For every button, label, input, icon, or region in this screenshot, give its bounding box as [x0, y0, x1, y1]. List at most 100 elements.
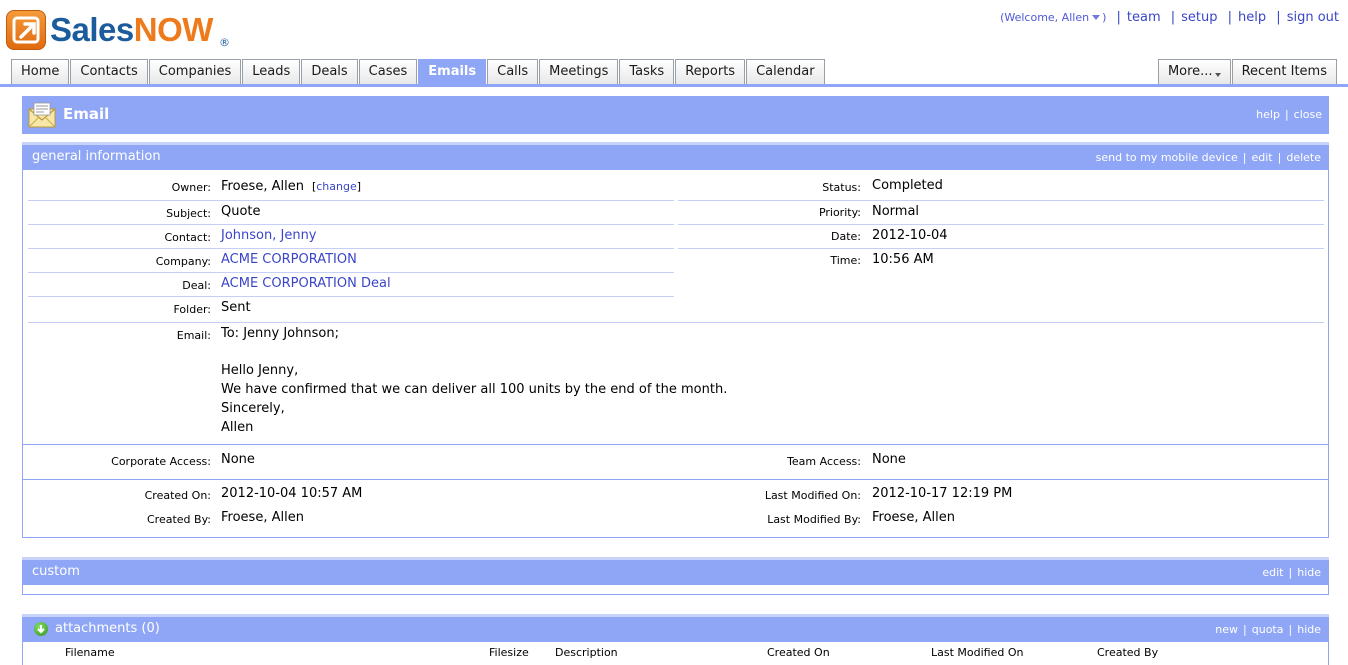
general-delete-link[interactable]: delete: [1286, 151, 1321, 164]
top-links: (Welcome, Allen) | team | setup | help | sig…: [1000, 10, 1339, 25]
tab-home[interactable]: Home: [11, 59, 70, 84]
column-header-created-by[interactable]: Created By: [1097, 646, 1158, 659]
general-edit-link[interactable]: edit: [1252, 151, 1273, 164]
attachments-label: attachments (0): [55, 621, 160, 636]
section-divider: [23, 444, 1328, 445]
tab-calendar[interactable]: Calendar: [746, 59, 825, 84]
title-close-link[interactable]: close: [1294, 108, 1322, 121]
folder-value: Sent: [221, 300, 251, 315]
email-recipients: To: Jenny Johnson;: [221, 326, 339, 341]
welcome-dropdown-icon: [1092, 15, 1101, 20]
column-header-description[interactable]: Description: [555, 646, 618, 659]
company-label: Company:: [155, 255, 211, 268]
attachments-table: Filename Filesize Description Created On…: [22, 642, 1329, 665]
tab-meetings[interactable]: Meetings: [539, 59, 619, 84]
tab-leads[interactable]: Leads: [242, 59, 301, 84]
contact-label: Contact:: [164, 231, 211, 244]
last-modified-on-value: 2012-10-17 12:19 PM: [872, 486, 1013, 501]
more-dropdown-icon: [1214, 73, 1221, 77]
owner-label: Owner:: [171, 181, 211, 194]
email-line: Sincerely,: [221, 401, 285, 416]
created-by-label: Created By:: [147, 513, 211, 526]
company-link[interactable]: ACME CORPORATION: [221, 252, 357, 267]
setup-link[interactable]: setup: [1181, 10, 1217, 25]
email-line: Allen: [221, 420, 254, 435]
logo-text: SalesNOW: [50, 11, 213, 48]
page-title: Email: [63, 105, 110, 123]
contact-link[interactable]: Johnson, Jenny: [221, 228, 317, 243]
last-modified-by-label: Last Modified By:: [767, 513, 861, 526]
email-line: Hello Jenny,: [221, 363, 299, 378]
salesnow-logo[interactable]: SalesNOW ®: [6, 8, 236, 52]
attachment-hide-link[interactable]: hide: [1297, 623, 1321, 636]
email-label: Email:: [176, 329, 211, 342]
tab-emails[interactable]: Emails: [418, 59, 487, 84]
subject-value: Quote: [221, 204, 261, 219]
team-access-value: None: [872, 452, 906, 467]
logo-arrow-icon: [6, 10, 46, 50]
status-label: Status:: [822, 181, 861, 194]
column-header-last-modified-on[interactable]: Last Modified On: [931, 646, 1023, 659]
tab-tasks[interactable]: Tasks: [619, 59, 675, 84]
column-header-filesize[interactable]: Filesize: [489, 646, 529, 659]
time-label: Time:: [830, 254, 861, 267]
tab-deals[interactable]: Deals: [301, 59, 358, 84]
team-access-label: Team Access:: [787, 455, 861, 468]
row-divider: [28, 200, 674, 201]
column-header-created-on[interactable]: Created On: [767, 646, 830, 659]
deal-link[interactable]: ACME CORPORATION Deal: [221, 276, 391, 291]
tab-recent-items[interactable]: Recent Items: [1231, 59, 1337, 84]
created-on-label: Created On:: [144, 489, 211, 502]
time-value: 10:56 AM: [872, 252, 934, 267]
created-on-value: 2012-10-04 10:57 AM: [221, 486, 363, 501]
attachment-new-link[interactable]: new: [1215, 623, 1238, 636]
attachment-quota-link[interactable]: quota: [1252, 623, 1284, 636]
subject-label: Subject:: [166, 207, 211, 220]
custom-links: edit | hide: [1262, 566, 1321, 579]
record-title-bar: Email help | close: [22, 96, 1329, 134]
deal-label: Deal:: [182, 279, 211, 292]
tab-reports[interactable]: Reports: [675, 59, 746, 84]
row-divider: [28, 296, 674, 297]
sign-out-link[interactable]: sign out: [1287, 10, 1339, 25]
tab-companies[interactable]: Companies: [148, 59, 242, 84]
date-value: 2012-10-04: [872, 228, 948, 243]
team-link[interactable]: team: [1127, 10, 1161, 25]
general-info-links: send to my mobile device | edit | delete: [1095, 151, 1321, 164]
section-divider: [23, 479, 1328, 480]
title-help-link[interactable]: help: [1256, 108, 1280, 121]
folder-label: Folder:: [173, 303, 211, 316]
email-body: Hello Jenny, We have confirmed that we c…: [221, 361, 727, 437]
corporate-access-label: Corporate Access:: [111, 455, 211, 468]
created-by-value: Froese, Allen: [221, 510, 304, 525]
tab-cases[interactable]: Cases: [358, 59, 418, 84]
right-tabs: More... Recent Items: [1157, 59, 1338, 84]
tab-contacts[interactable]: Contacts: [70, 59, 148, 84]
custom-header: custom edit | hide: [22, 557, 1329, 585]
corporate-access-value: None: [221, 452, 255, 467]
custom-hide-link[interactable]: hide: [1297, 566, 1321, 579]
row-divider: [28, 224, 674, 225]
row-divider: [678, 200, 1324, 201]
priority-value: Normal: [872, 204, 920, 219]
last-modified-on-label: Last Modified On:: [764, 489, 861, 502]
title-links: help | close: [1256, 108, 1322, 121]
download-arrow-icon: [34, 622, 48, 636]
owner-value: Froese, Allen [change]: [221, 179, 362, 194]
send-to-mobile-link[interactable]: send to my mobile device: [1096, 151, 1238, 164]
general-info-panel: Owner: Froese, Allen [change] Subject: Qu…: [22, 170, 1329, 538]
tab-more[interactable]: More...: [1157, 59, 1231, 84]
attachments-links: new | quota | hide: [1215, 623, 1321, 636]
column-header-filename[interactable]: Filename: [65, 646, 115, 659]
date-label: Date:: [831, 230, 861, 243]
change-owner-link[interactable]: change: [316, 180, 356, 193]
general-info-header: general information send to my mobile de…: [22, 142, 1329, 170]
custom-panel: [22, 585, 1329, 595]
custom-edit-link[interactable]: edit: [1262, 566, 1283, 579]
row-divider: [28, 322, 1324, 323]
last-modified-by-value: Froese, Allen: [872, 510, 955, 525]
general-info-label: general information: [32, 149, 161, 164]
welcome-menu[interactable]: (Welcome, Allen): [1000, 11, 1106, 24]
help-link[interactable]: help: [1238, 10, 1266, 25]
tab-calls[interactable]: Calls: [487, 59, 539, 84]
